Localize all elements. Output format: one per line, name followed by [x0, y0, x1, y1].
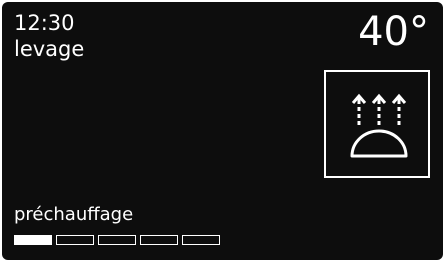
oven-display-screen: 12:30 levage 40° préchauffage — [2, 2, 443, 260]
cooking-mode-label: levage — [14, 37, 85, 61]
progress-segment — [98, 235, 136, 245]
progress-segment — [56, 235, 94, 245]
proofing-dome-rising-heat-icon — [350, 93, 408, 158]
preheat-progress-bar — [14, 235, 220, 245]
progress-segment — [140, 235, 178, 245]
status-label: préchauffage — [14, 204, 134, 225]
program-icon-tile[interactable] — [324, 70, 430, 178]
progress-segment — [182, 235, 220, 245]
clock-time: 12:30 — [14, 11, 75, 35]
progress-segment — [14, 235, 52, 245]
temperature-readout: 40° — [358, 9, 429, 55]
